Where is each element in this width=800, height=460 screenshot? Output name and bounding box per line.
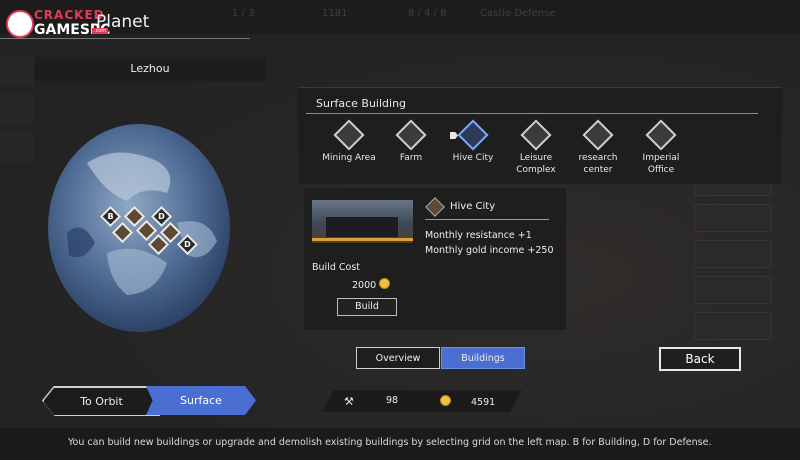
building-option-label: research center	[578, 153, 618, 175]
building-preview-image	[312, 200, 413, 243]
research-icon	[582, 119, 614, 151]
build-cost-label: Build Cost	[312, 262, 360, 273]
preview-city-silhouette	[326, 217, 398, 237]
building-option-mining-area[interactable]: Mining Area	[314, 119, 384, 164]
rail-item[interactable]	[0, 132, 34, 162]
logo-badge-icon	[6, 10, 34, 38]
detail-divider	[425, 219, 549, 220]
gold-resource: 4591	[440, 395, 495, 408]
panel-title: Surface Building	[316, 97, 407, 110]
hive-city-icon	[457, 119, 489, 151]
building-effect: Monthly resistance +1	[425, 230, 532, 241]
planet-map[interactable]: B D D	[47, 123, 231, 333]
top-ghost-label: Castle Defense	[480, 8, 556, 19]
top-ghost-value: 1 / 3	[232, 8, 255, 19]
farm-icon	[395, 119, 427, 151]
status-hint-text: You can build new buildings or upgrade a…	[68, 437, 712, 448]
building-option-label: Farm	[399, 153, 423, 163]
hammer-icon: ⚒	[344, 395, 354, 408]
build-cost-value: 2000	[352, 278, 391, 291]
building-option-label: Hive City	[452, 153, 494, 163]
background-ghost-panel	[694, 168, 772, 348]
gold-value: 4591	[471, 397, 496, 408]
ghost-item	[694, 312, 772, 340]
ghost-item	[694, 204, 772, 232]
tab-buildings[interactable]: Buildings	[441, 347, 525, 369]
building-effect: Monthly gold income +250	[425, 245, 554, 256]
build-button[interactable]: Build	[337, 298, 397, 316]
ghost-item	[694, 240, 772, 268]
left-rail	[0, 56, 36, 196]
title-underline	[0, 38, 250, 39]
to-orbit-button[interactable]: To Orbit	[43, 387, 160, 416]
panel-divider	[306, 113, 758, 114]
preview-rail	[312, 238, 413, 241]
mining-icon	[333, 119, 365, 151]
building-option-research-center[interactable]: research center	[563, 119, 633, 176]
production-value: 98	[386, 395, 399, 406]
imperial-icon	[645, 119, 677, 151]
gold-coin-icon	[440, 395, 451, 406]
building-option-farm[interactable]: Farm	[376, 119, 446, 164]
top-ghost-value: 1181	[322, 8, 348, 19]
back-button[interactable]: Back	[659, 347, 741, 371]
building-option-leisure-complex[interactable]: Leisure Complex	[501, 119, 571, 176]
building-option-hive-city[interactable]: Hive City	[438, 119, 508, 164]
tab-overview[interactable]: Overview	[356, 347, 440, 369]
page-title: Planet	[96, 12, 150, 32]
building-option-imperial-office[interactable]: Imperial Office	[626, 119, 696, 176]
surface-button[interactable]: Surface	[146, 386, 256, 415]
building-option-label: Mining Area	[322, 153, 376, 163]
leisure-icon	[520, 119, 552, 151]
ghost-item	[694, 276, 772, 304]
building-option-label: Imperial Office	[642, 153, 680, 175]
building-option-label: Leisure Complex	[516, 153, 556, 175]
rail-item[interactable]	[0, 56, 34, 86]
build-cost-amount: 2000	[352, 280, 377, 291]
logo-text: CRACKED	[34, 8, 105, 22]
region-name: Lezhou	[34, 57, 266, 81]
building-name: Hive City	[450, 201, 496, 212]
top-ghost-value: 8 / 4 / 8	[408, 8, 447, 19]
gold-coin-icon	[379, 278, 391, 289]
rail-item[interactable]	[0, 94, 34, 124]
